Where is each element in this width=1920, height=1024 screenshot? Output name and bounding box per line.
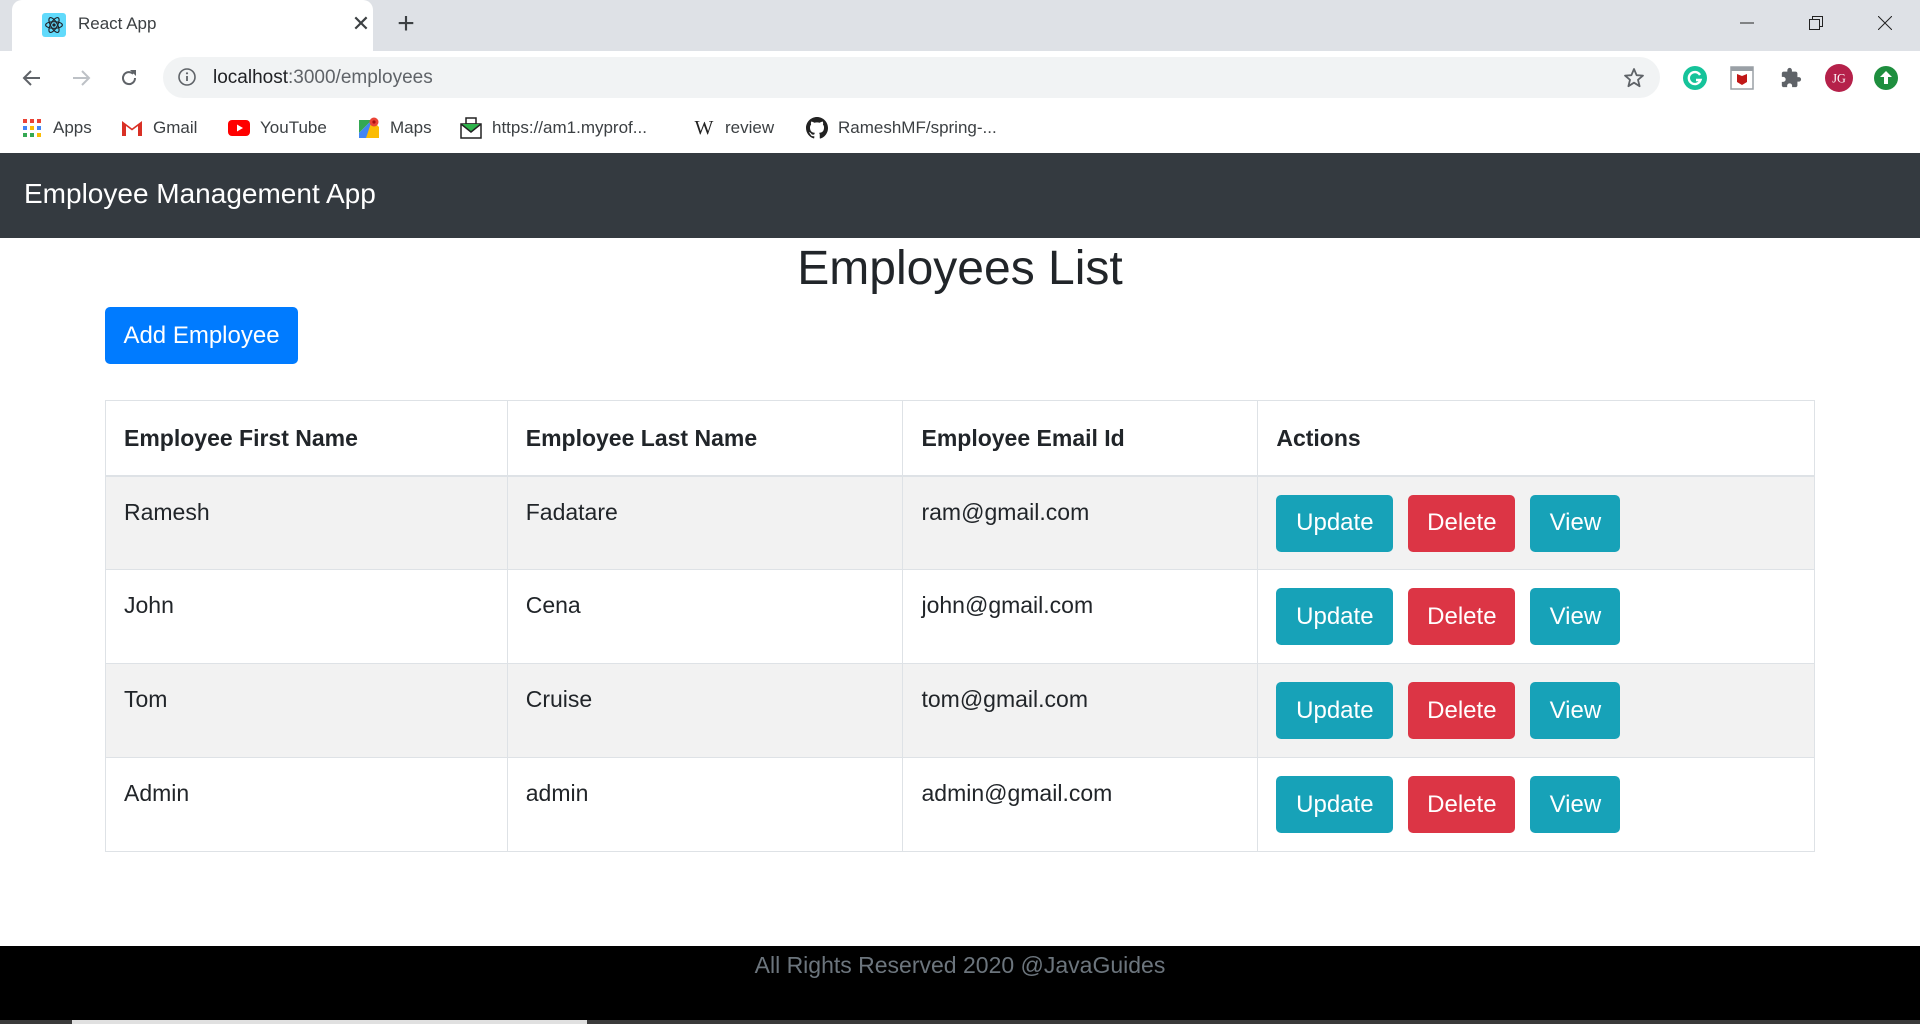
react-logo-icon xyxy=(42,13,66,37)
mcafee-icon[interactable] xyxy=(1728,64,1756,92)
taskbar-edge xyxy=(0,1020,1920,1024)
footer-copyright: All Rights Reserved 2020 @JavaGuides xyxy=(754,952,1166,978)
view-button[interactable]: View xyxy=(1530,494,1621,552)
github-icon xyxy=(806,117,828,139)
bookmark-gmail[interactable]: Gmail xyxy=(121,115,197,141)
bookmarks-bar: Apps Gmail YouTube Maps https://am1.mypr… xyxy=(0,105,1920,153)
email-cell: admin@gmail.com xyxy=(902,757,1259,852)
update-button[interactable]: Update xyxy=(1276,494,1394,552)
bookmark-label: Apps xyxy=(53,118,92,137)
add-employee-button[interactable]: Add Employee xyxy=(105,307,298,364)
view-button[interactable]: View xyxy=(1530,776,1621,833)
column-header-email: Employee Email Id xyxy=(902,400,1259,477)
bookmark-github[interactable]: RameshMF/spring-... xyxy=(806,115,997,141)
back-arrow-icon[interactable] xyxy=(15,61,49,95)
app-footer: All Rights Reserved 2020 @JavaGuides xyxy=(0,946,1920,1020)
delete-button[interactable]: Delete xyxy=(1408,682,1516,739)
view-button[interactable]: View xyxy=(1530,682,1621,739)
url-host: localhost xyxy=(213,67,288,88)
update-arrow-icon[interactable] xyxy=(1872,64,1900,92)
app-brand-link[interactable]: Employee Management App xyxy=(24,178,376,210)
tab-title: React App xyxy=(78,14,157,33)
reload-icon[interactable] xyxy=(112,61,146,95)
employees-table: Employee First Name Employee Last Name E… xyxy=(105,400,1815,852)
bookmark-label: YouTube xyxy=(260,118,327,137)
wikipedia-icon: W xyxy=(694,116,714,139)
bookmark-label: Maps xyxy=(390,118,432,137)
delete-button[interactable]: Delete xyxy=(1408,776,1516,833)
bookmark-star-icon[interactable] xyxy=(1622,66,1646,90)
bookmark-maps[interactable]: Maps xyxy=(358,115,432,141)
apps-grid-icon xyxy=(21,117,43,139)
column-header-last-name: Employee Last Name xyxy=(506,400,904,477)
actions-cell: Update Delete View xyxy=(1257,757,1815,852)
youtube-icon xyxy=(228,117,250,139)
minimize-icon[interactable] xyxy=(1724,8,1770,38)
bookmark-apps[interactable]: Apps xyxy=(21,115,92,141)
mail-envelope-icon xyxy=(460,117,482,139)
email-cell: john@gmail.com xyxy=(902,569,1259,664)
last-name-cell: Fadatare xyxy=(506,475,904,570)
email-cell: ram@gmail.com xyxy=(902,475,1259,570)
svg-text:JG: JG xyxy=(1832,72,1846,86)
address-bar[interactable]: localhost:3000/employees xyxy=(163,57,1660,98)
bookmark-review[interactable]: W review xyxy=(693,115,775,141)
table-row: Tom Cruise tom@gmail.com Update Delete Vie… xyxy=(105,663,1815,758)
table-row: Admin admin admin@gmail.com Update Delete… xyxy=(105,757,1815,852)
profile-avatar-icon[interactable]: JG xyxy=(1825,64,1853,92)
browser-toolbar: localhost:3000/employees JG xyxy=(0,51,1920,105)
actions-cell: Update Delete View xyxy=(1257,663,1815,758)
delete-button[interactable]: Delete xyxy=(1408,494,1516,552)
update-button[interactable]: Update xyxy=(1276,588,1394,645)
update-button[interactable]: Update xyxy=(1276,776,1394,833)
column-header-first-name: Employee First Name xyxy=(105,400,508,477)
first-name-cell: Tom xyxy=(105,663,508,758)
table-row: Ramesh Fadatare ram@gmail.com Update Dele… xyxy=(105,475,1815,570)
browser-tab[interactable]: React App ✕ xyxy=(12,0,373,51)
grammarly-icon[interactable] xyxy=(1681,64,1709,92)
restore-icon[interactable] xyxy=(1793,8,1839,38)
forward-arrow-icon[interactable] xyxy=(64,61,98,95)
last-name-cell: admin xyxy=(506,757,904,852)
view-button[interactable]: View xyxy=(1530,588,1621,645)
bookmark-youtube[interactable]: YouTube xyxy=(228,115,327,141)
browser-tab-bar: React App ✕ + xyxy=(0,0,1920,51)
bookmark-label: review xyxy=(725,118,775,137)
bookmark-myprofile[interactable]: https://am1.myprof... xyxy=(460,115,647,141)
first-name-cell: John xyxy=(105,569,508,664)
bookmark-label: RameshMF/spring-... xyxy=(838,118,997,137)
first-name-cell: Ramesh xyxy=(105,475,508,570)
url-text[interactable]: localhost:3000/employees xyxy=(213,67,433,89)
close-window-icon[interactable] xyxy=(1862,8,1908,38)
info-icon[interactable] xyxy=(177,67,197,87)
actions-cell: Update Delete View xyxy=(1257,475,1815,570)
bookmark-label: Gmail xyxy=(153,118,198,137)
close-tab-icon[interactable]: ✕ xyxy=(349,12,373,36)
delete-button[interactable]: Delete xyxy=(1408,588,1516,645)
app-navbar: Employee Management App xyxy=(0,153,1920,238)
last-name-cell: Cena xyxy=(506,569,904,664)
table-row: John Cena john@gmail.com Update Delete Vie… xyxy=(105,569,1815,664)
update-button[interactable]: Update xyxy=(1276,682,1394,739)
email-cell: tom@gmail.com xyxy=(902,663,1259,758)
url-path: :3000/employees xyxy=(288,67,433,88)
new-tab-icon[interactable]: + xyxy=(392,9,420,39)
maps-icon xyxy=(358,117,380,139)
table-header-row: Employee First Name Employee Last Name E… xyxy=(105,400,1815,477)
gmail-icon xyxy=(121,117,143,139)
last-name-cell: Cruise xyxy=(506,663,904,758)
actions-cell: Update Delete View xyxy=(1257,569,1815,664)
puzzle-extensions-icon[interactable] xyxy=(1777,64,1805,92)
column-header-actions: Actions xyxy=(1257,400,1815,477)
taskbar-highlight xyxy=(72,1020,587,1024)
page-title: Employees List xyxy=(797,242,1123,295)
first-name-cell: Admin xyxy=(105,757,508,852)
bookmark-label: https://am1.myprof... xyxy=(492,118,647,137)
